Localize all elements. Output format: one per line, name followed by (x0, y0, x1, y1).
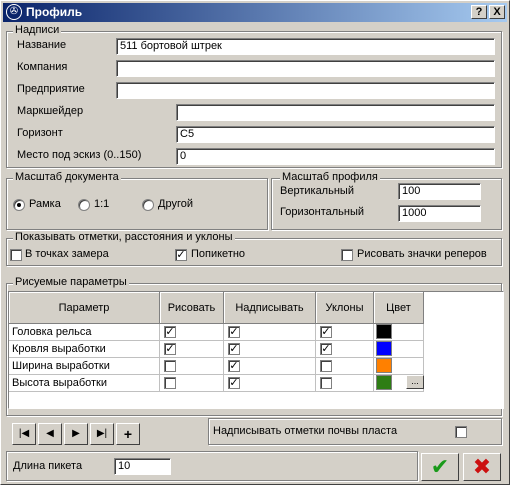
radio-1-1-label: 1:1 (94, 198, 110, 210)
radio-other-label: Другой (158, 198, 193, 210)
row4-color-swatch[interactable] (376, 375, 392, 390)
table-cell-color (374, 358, 424, 375)
add-record-button[interactable]: + (116, 423, 140, 445)
enterprise-field[interactable] (116, 82, 495, 99)
soil-marks-checkbox[interactable] (455, 426, 467, 438)
params-table: Параметр Рисовать Надписывать Уклоны Цве… (8, 291, 504, 409)
table-cell-label: ✓ (224, 324, 316, 341)
table-cell-draw (160, 358, 224, 375)
cancel-button[interactable]: ✖ (463, 453, 501, 481)
profile-scale-legend: Масштаб профиля (280, 171, 380, 183)
row3-label-checkbox[interactable]: ✓ (228, 360, 240, 372)
next-record-button[interactable]: ▶ (64, 423, 88, 445)
row2-slope-checkbox[interactable]: ✓ (320, 343, 332, 355)
surveyor-field-label: Маркшейдер (17, 105, 84, 117)
close-button[interactable]: X (489, 5, 505, 19)
row3-color-swatch[interactable] (376, 358, 392, 373)
horizon-field[interactable]: С5 (176, 126, 495, 143)
vertical-scale-label: Вертикальный (280, 185, 354, 197)
table-cell-label: ✓ (224, 358, 316, 375)
table-cell-slope: ✓ (316, 324, 374, 341)
marks-measure-points-label: В точках замера (25, 248, 109, 260)
title-bar: ✇ Профиль ? X (3, 3, 507, 22)
sketch-space-field-label: Место под эскиз (0..150) (17, 149, 142, 161)
row4-draw-checkbox[interactable] (164, 377, 176, 389)
marks-group-legend: Показывать отметки, расстояния и уклоны (13, 231, 235, 243)
doc-scale-legend: Масштаб документа (13, 171, 121, 183)
table-row-name[interactable]: Высота выработки (9, 375, 160, 392)
params-group-legend: Рисуемые параметры (13, 276, 129, 288)
marks-benchmarks-label: Рисовать значки реперов (357, 248, 487, 260)
prev-record-button[interactable]: ◀ (38, 423, 62, 445)
window-title: Профиль (26, 5, 83, 19)
row1-color-swatch[interactable] (376, 324, 392, 339)
row3-draw-checkbox[interactable] (164, 360, 176, 372)
horizon-field-label: Горизонт (17, 127, 63, 139)
first-record-button[interactable]: |◀ (12, 423, 36, 445)
table-cell-color (374, 341, 424, 358)
surveyor-field[interactable] (176, 104, 495, 121)
table-cell-draw: ✓ (160, 341, 224, 358)
table-cell-label: ✓ (224, 375, 316, 392)
table-cell-color (374, 324, 424, 341)
radio-frame[interactable] (13, 199, 25, 211)
row2-color-swatch[interactable] (376, 341, 392, 356)
col-header-color[interactable]: Цвет (374, 292, 424, 324)
title-field-label: Название (17, 39, 67, 51)
table-cell-slope (316, 375, 374, 392)
row1-draw-checkbox[interactable]: ✓ (164, 326, 176, 338)
company-field-label: Компания (17, 61, 68, 73)
soil-marks-label: Надписывать отметки почвы пласта (213, 425, 398, 437)
col-header-slope[interactable]: Уклоны (316, 292, 374, 324)
col-header-draw[interactable]: Рисовать (160, 292, 224, 324)
marks-per-picket-checkbox[interactable]: ✓ (175, 249, 187, 261)
col-header-label[interactable]: Надписывать (224, 292, 316, 324)
marks-per-picket-label: Попикетно (191, 248, 246, 260)
table-cell-slope (316, 358, 374, 375)
horizontal-scale-field[interactable]: 1000 (398, 205, 481, 222)
enterprise-field-label: Предприятие (17, 83, 85, 95)
labels-group-legend: Надписи (13, 24, 62, 36)
color-picker-button[interactable]: ... (406, 375, 424, 389)
vertical-scale-field[interactable]: 100 (398, 183, 481, 200)
row1-slope-checkbox[interactable]: ✓ (320, 326, 332, 338)
table-cell-label: ✓ (224, 341, 316, 358)
row2-draw-checkbox[interactable]: ✓ (164, 343, 176, 355)
sketch-space-field[interactable]: 0 (176, 148, 495, 165)
radio-1-1[interactable] (78, 199, 90, 211)
picket-length-label: Длина пикета (13, 460, 83, 472)
help-button[interactable]: ? (471, 5, 487, 19)
table-cell-draw: ✓ (160, 324, 224, 341)
horizontal-scale-label: Горизонтальный (280, 206, 365, 218)
picket-length-field[interactable]: 10 (114, 458, 171, 475)
row3-slope-checkbox[interactable] (320, 360, 332, 372)
title-field[interactable]: 511 бортовой штрек (116, 38, 495, 55)
radio-frame-label: Рамка (29, 198, 61, 210)
ok-button[interactable]: ✔ (421, 453, 459, 481)
company-field[interactable] (116, 60, 495, 77)
table-cell-draw (160, 375, 224, 392)
marks-measure-points-checkbox[interactable] (10, 249, 22, 261)
col-header-param[interactable]: Параметр (9, 292, 160, 324)
marks-benchmarks-checkbox[interactable] (341, 249, 353, 261)
table-row-name[interactable]: Кровля выработки (9, 341, 160, 358)
row2-label-checkbox[interactable]: ✓ (228, 343, 240, 355)
table-row-name[interactable]: Головка рельса (9, 324, 160, 341)
profile-dialog: ✇ Профиль ? X Надписи Название 511 борто… (0, 0, 510, 485)
row4-label-checkbox[interactable]: ✓ (228, 377, 240, 389)
row4-slope-checkbox[interactable] (320, 377, 332, 389)
radio-other[interactable] (142, 199, 154, 211)
row1-label-checkbox[interactable]: ✓ (228, 326, 240, 338)
last-record-button[interactable]: ▶| (90, 423, 114, 445)
app-icon: ✇ (6, 4, 22, 20)
table-row-name[interactable]: Ширина выработки (9, 358, 160, 375)
table-cell-slope: ✓ (316, 341, 374, 358)
